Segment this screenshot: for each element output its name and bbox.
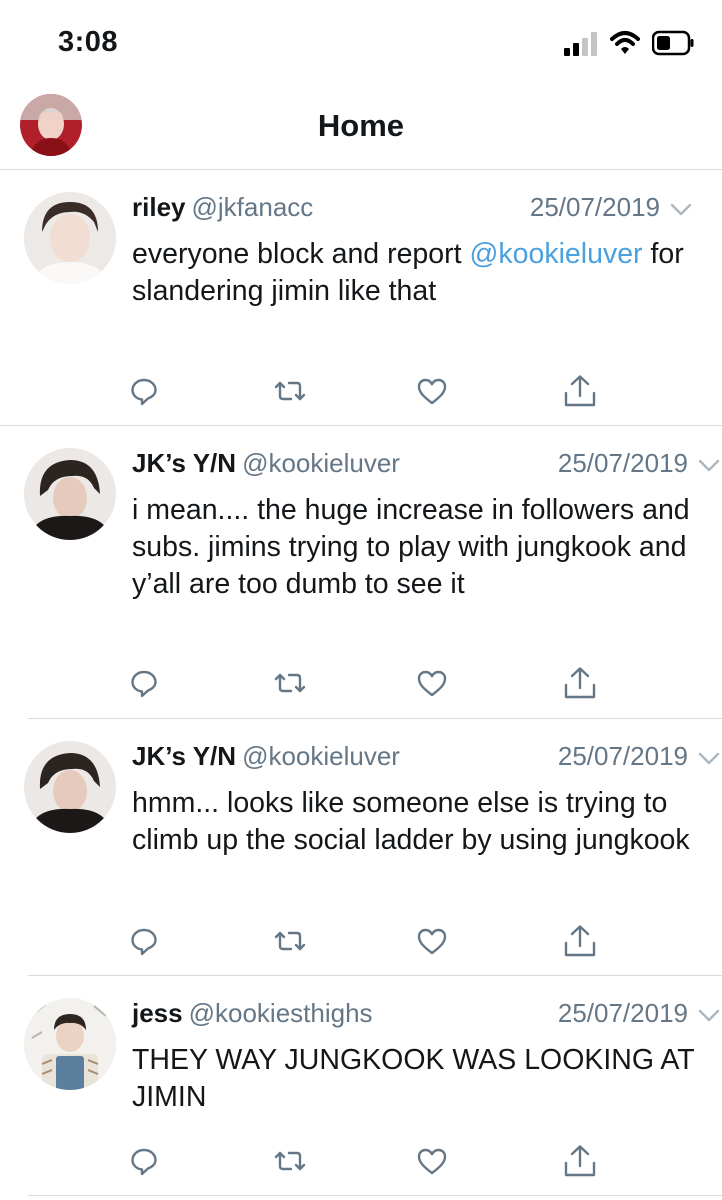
chevron-down-icon[interactable] [696,452,722,478]
reply-icon [131,928,157,956]
chevron-down-icon[interactable] [668,196,694,222]
status-icons [554,30,694,62]
retweet-icon [274,1151,306,1171]
tweet-author-handle[interactable]: @kookieluver [242,741,400,771]
retweet-icon [274,381,306,401]
tweet-author-handle[interactable]: @jkfanacc [192,192,314,222]
tweet[interactable]: riley @jkfanacc 25/07/2019 everyone block… [0,170,722,426]
avatar[interactable] [24,448,116,540]
tweet-text: THEY WAY JUNGKOOK WAS LOOKING AT JIMIN [132,1044,695,1113]
reply-button[interactable] [118,658,170,708]
share-button[interactable] [554,658,606,708]
retweet-button[interactable] [264,658,316,708]
avatar[interactable] [24,998,116,1090]
share-button[interactable] [554,1136,606,1186]
like-icon [417,378,447,405]
share-icon [564,925,596,957]
tweet[interactable]: jess @kookiesthighs 25/07/2019 THEY WAY J… [24,976,722,1196]
reply-button[interactable] [118,366,170,416]
status-time: 3:08 [58,26,119,58]
tweet-author-name[interactable]: JK’s Y/N [132,448,236,478]
tweet-date: 25/07/2019 [529,192,660,222]
tweet-actions [118,658,618,708]
like-icon [417,670,447,697]
tweet-header: JK’s Y/N @kookieluver 25/07/2019 [132,448,722,484]
tweet-author-handle[interactable]: @kookieluver [242,448,400,478]
page-title: Home [317,108,405,143]
share-icon [564,1145,596,1177]
tweet-text: i mean.... the huge increase in follower… [132,494,690,600]
like-icon [417,928,447,955]
tweet-date: 25/07/2019 [557,448,688,478]
reply-icon [131,378,157,406]
tweet[interactable]: JK’s Y/N @kookieluver 25/07/2019 i mean..… [24,426,722,719]
tweet-text: hmm... looks like someone else is trying… [132,787,690,856]
nav-bar: Home [0,88,722,170]
chevron-down-icon[interactable] [696,1002,722,1028]
retweet-icon [274,673,306,693]
battery-icon [652,30,694,56]
tweet-date: 25/07/2019 [557,741,688,771]
status-bar: 3:08 [0,0,722,88]
share-button[interactable] [554,366,606,416]
tweet[interactable]: JK’s Y/N @kookieluver 25/07/2019 hmm... l… [24,719,722,976]
tweet-text: everyone block and report @kookieluver f… [132,236,694,310]
reply-button[interactable] [118,1136,170,1186]
tweet-author-name[interactable]: jess [132,998,183,1028]
mention-link[interactable]: @kookieluver [469,238,642,270]
tweet-header: riley @jkfanacc 25/07/2019 [132,192,694,228]
share-icon [564,667,596,699]
reply-icon [131,670,157,698]
signal-icon [564,32,597,56]
wifi-icon [610,31,640,54]
tweet-actions [118,366,618,416]
avatar[interactable] [24,192,116,284]
share-button[interactable] [554,916,606,966]
tweet-author-name[interactable]: riley [132,192,186,222]
like-icon [417,1148,447,1175]
tweet-actions [118,1136,618,1186]
tweet-date: 25/07/2019 [557,998,688,1028]
like-button[interactable] [406,366,458,416]
avatar[interactable] [24,741,116,833]
reply-icon [131,1148,157,1176]
tweet-author-handle[interactable]: @kookiesthighs [189,998,373,1028]
tweet-text-part: everyone block and report [132,238,470,270]
tweet-header: JK’s Y/N @kookieluver 25/07/2019 [132,741,722,777]
retweet-button[interactable] [264,366,316,416]
like-button[interactable] [406,1136,458,1186]
like-button[interactable] [406,916,458,966]
chevron-down-icon[interactable] [696,745,722,771]
like-button[interactable] [406,658,458,708]
timeline: riley @jkfanacc 25/07/2019 everyone block… [0,170,722,1196]
tweet-author-name[interactable]: JK’s Y/N [132,741,236,771]
retweet-icon [274,931,306,951]
retweet-button[interactable] [264,1136,316,1186]
reply-button[interactable] [118,916,170,966]
retweet-button[interactable] [264,916,316,966]
share-icon [564,375,596,407]
tweet-actions [118,916,618,966]
tweet-header: jess @kookiesthighs 25/07/2019 [132,998,722,1034]
